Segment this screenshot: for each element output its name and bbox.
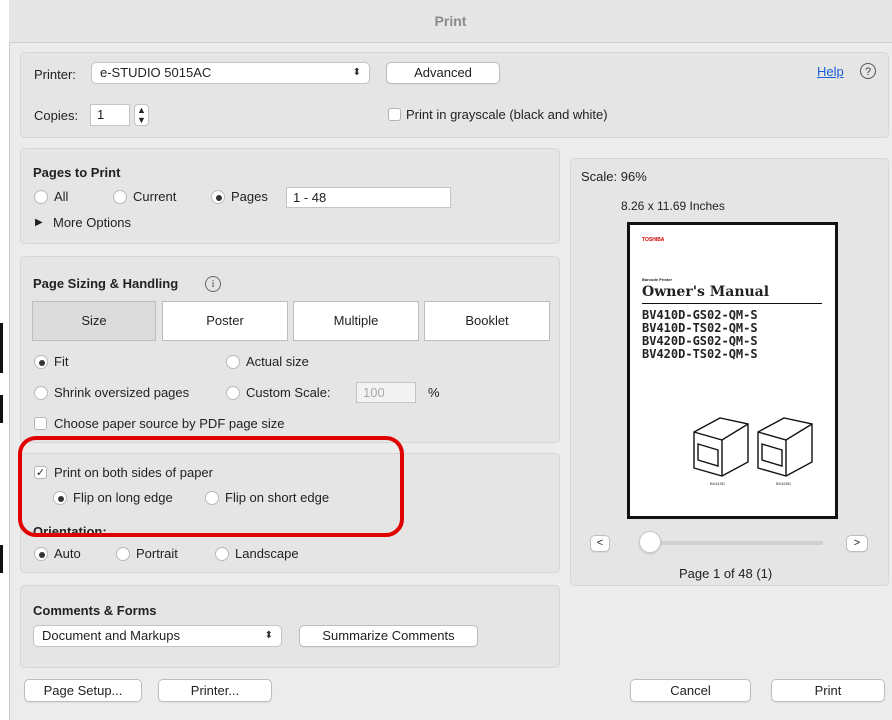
printer-select-value: e-STUDIO 5015AC bbox=[100, 65, 212, 80]
landscape-label: Landscape bbox=[235, 546, 299, 561]
print-button[interactable]: Print bbox=[771, 679, 885, 702]
pages-heading: Pages to Print bbox=[33, 165, 121, 180]
doc-brand: TOSHIBA bbox=[642, 237, 665, 243]
help-link[interactable]: Help bbox=[817, 64, 844, 79]
updown-chevron-icon: ⬍ bbox=[264, 630, 273, 641]
grayscale-label: Print in grayscale (black and white) bbox=[406, 107, 608, 122]
paper-source-checkbox[interactable] bbox=[34, 417, 47, 430]
page-status: Page 1 of 48 (1) bbox=[679, 566, 773, 581]
doc-model: BV420D-TS02-QM-S bbox=[642, 347, 758, 361]
pages-range-field[interactable]: 1 - 48 bbox=[286, 187, 451, 208]
page-slider-track[interactable] bbox=[640, 541, 823, 545]
window-title: Print bbox=[9, 0, 892, 43]
all-radio[interactable] bbox=[34, 190, 48, 204]
current-label: Current bbox=[133, 189, 177, 204]
stepper-up-icon[interactable]: ▲ bbox=[135, 105, 148, 115]
copies-label: Copies: bbox=[34, 108, 79, 123]
all-label: All bbox=[54, 189, 69, 204]
portrait-label: Portrait bbox=[136, 546, 178, 561]
copies-stepper[interactable]: ▲ ▼ bbox=[134, 104, 149, 126]
comments-select-value: Document and Markups bbox=[42, 628, 181, 643]
shrink-radio[interactable] bbox=[34, 386, 48, 400]
prev-page-button[interactable]: < bbox=[590, 535, 610, 552]
background-mark bbox=[0, 545, 3, 573]
updown-chevron-icon: ⬍ bbox=[352, 67, 361, 78]
next-page-button[interactable]: > bbox=[846, 535, 868, 552]
landscape-radio[interactable] bbox=[215, 547, 229, 561]
tab-multiple[interactable]: Multiple bbox=[293, 301, 419, 341]
actual-size-radio[interactable] bbox=[226, 355, 240, 369]
printer-illustration bbox=[693, 417, 813, 477]
percent-label: % bbox=[428, 385, 440, 400]
printer-caption: BV410D bbox=[710, 481, 725, 486]
paper-source-label: Choose paper source by PDF page size bbox=[54, 416, 285, 431]
help-icon[interactable]: ? bbox=[860, 63, 876, 79]
printer-label: Printer: bbox=[34, 67, 76, 82]
pages-radio[interactable] bbox=[211, 190, 225, 204]
more-options-toggle[interactable]: More Options bbox=[53, 215, 131, 230]
actual-size-label: Actual size bbox=[246, 354, 309, 369]
portrait-radio[interactable] bbox=[116, 547, 130, 561]
page-setup-button[interactable]: Page Setup... bbox=[24, 679, 142, 702]
summarize-comments-button[interactable]: Summarize Comments bbox=[299, 625, 478, 647]
doc-title-rule bbox=[642, 303, 822, 304]
advanced-button[interactable]: Advanced bbox=[386, 62, 500, 84]
page-slider-thumb[interactable] bbox=[639, 531, 661, 553]
stepper-down-icon[interactable]: ▼ bbox=[135, 115, 148, 125]
tab-booklet[interactable]: Booklet bbox=[424, 301, 550, 341]
page-dimensions: 8.26 x 11.69 Inches bbox=[621, 199, 725, 213]
current-radio[interactable] bbox=[113, 190, 127, 204]
custom-scale-label: Custom Scale: bbox=[246, 385, 331, 400]
doc-subtitle: Barcode Printer bbox=[642, 277, 673, 282]
tab-size[interactable]: Size bbox=[32, 301, 156, 341]
fit-radio[interactable] bbox=[34, 355, 48, 369]
disclosure-triangle-icon[interactable]: ▶ bbox=[35, 217, 43, 228]
tab-poster[interactable]: Poster bbox=[162, 301, 288, 341]
info-icon[interactable]: i bbox=[205, 276, 221, 292]
printer-caption: BV420D bbox=[776, 481, 791, 486]
highlight-annotation bbox=[18, 436, 404, 537]
copies-field[interactable]: 1 bbox=[90, 104, 130, 126]
cancel-button[interactable]: Cancel bbox=[630, 679, 751, 702]
doc-title: Owner's Manual bbox=[642, 284, 770, 300]
comments-select[interactable]: Document and Markups ⬍ bbox=[33, 625, 282, 647]
page-preview: TOSHIBA Barcode Printer Owner's Manual B… bbox=[627, 222, 838, 519]
grayscale-checkbox[interactable] bbox=[388, 108, 401, 121]
scale-label: Scale: 96% bbox=[581, 169, 647, 184]
comments-heading: Comments & Forms bbox=[33, 603, 157, 618]
fit-label: Fit bbox=[54, 354, 69, 369]
background-mark bbox=[0, 395, 3, 423]
background-mark bbox=[0, 323, 3, 373]
shrink-label: Shrink oversized pages bbox=[54, 385, 190, 400]
printer-select[interactable]: e-STUDIO 5015AC ⬍ bbox=[91, 62, 370, 84]
auto-label: Auto bbox=[54, 546, 81, 561]
custom-scale-field[interactable]: 100 bbox=[356, 382, 416, 403]
custom-scale-radio[interactable] bbox=[226, 386, 240, 400]
printer-button[interactable]: Printer... bbox=[158, 679, 272, 702]
sizing-heading: Page Sizing & Handling bbox=[33, 276, 179, 291]
pages-label: Pages bbox=[231, 189, 268, 204]
auto-radio[interactable] bbox=[34, 547, 48, 561]
